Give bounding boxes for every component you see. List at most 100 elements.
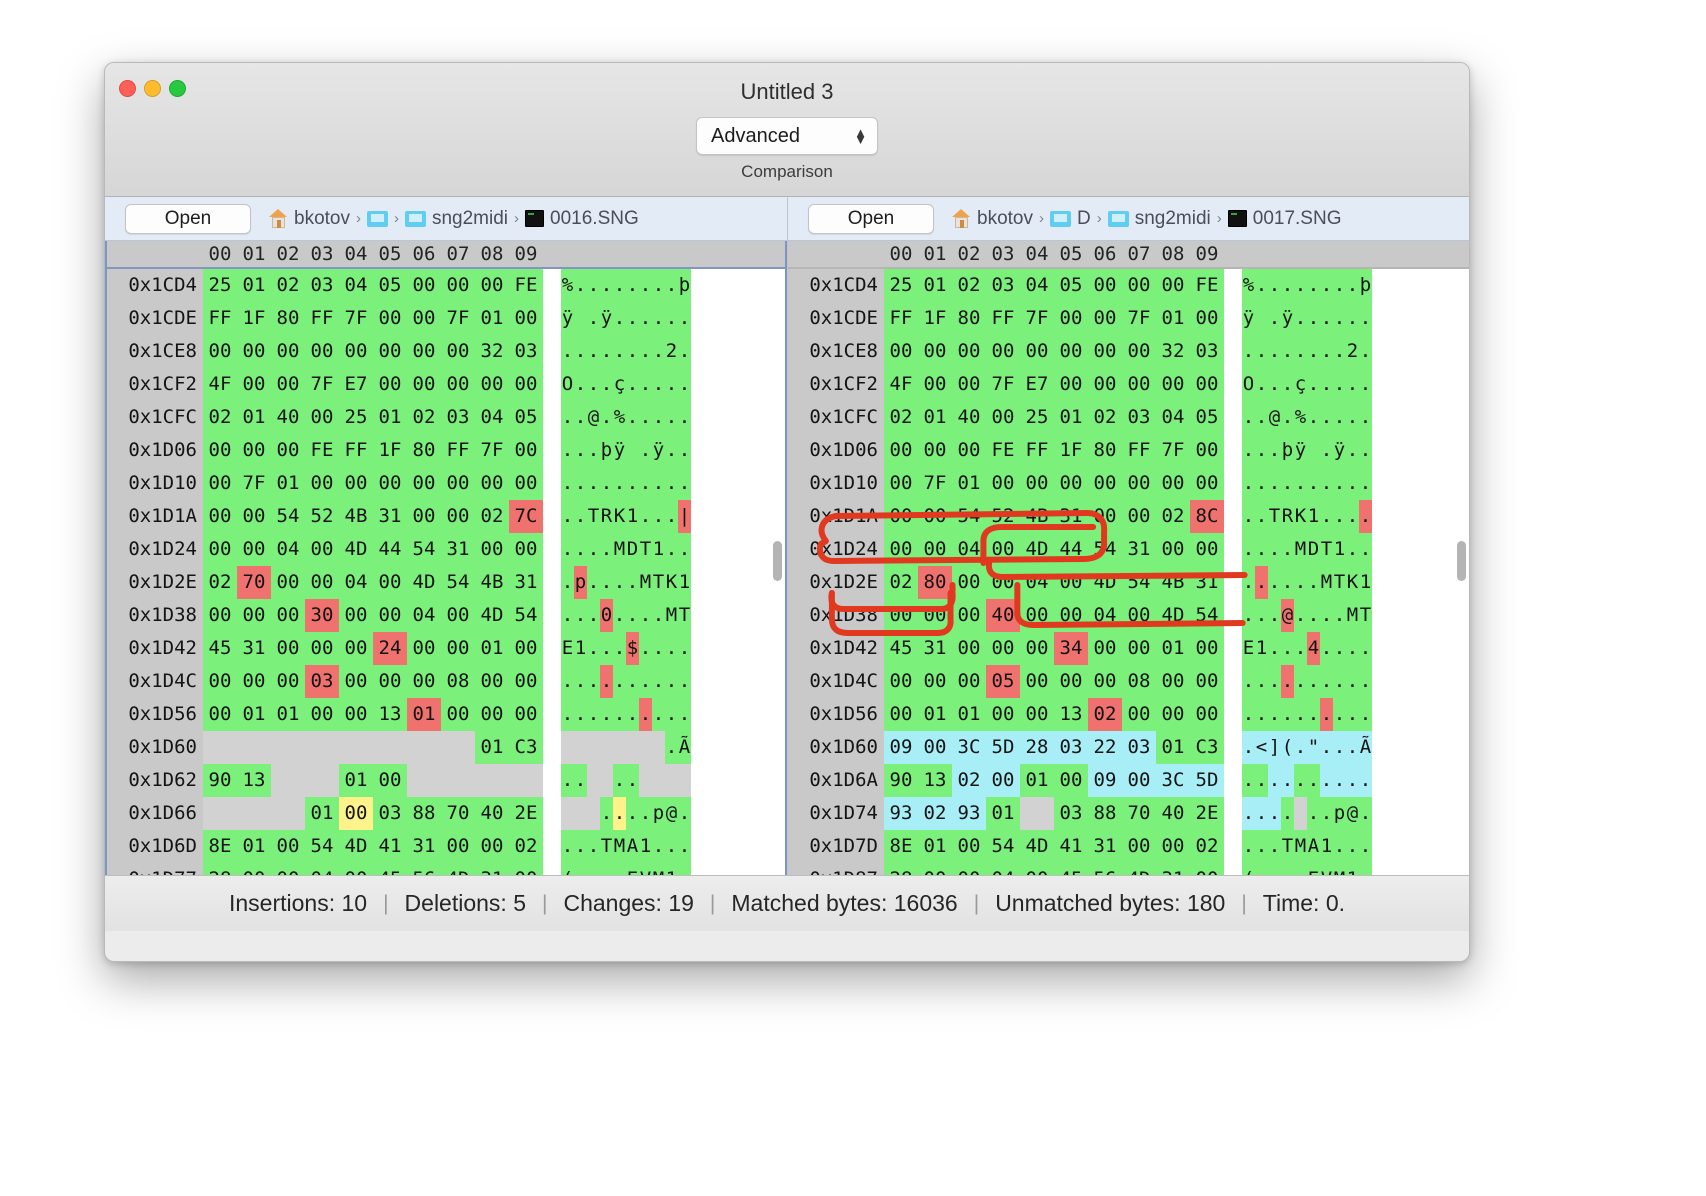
right-ascii-cell[interactable]: 1 <box>1320 830 1333 863</box>
left-ascii-cell[interactable]: ( <box>561 863 574 875</box>
left-byte-cell[interactable] <box>237 797 271 830</box>
left-ascii-cell[interactable]: % <box>561 269 574 302</box>
right-byte-cell[interactable]: 00 <box>1156 533 1190 566</box>
right-ascii-cell[interactable]: A <box>1307 830 1320 863</box>
left-byte-cell[interactable]: 00 <box>407 632 441 665</box>
right-byte-cell[interactable]: 00 <box>918 368 952 401</box>
left-byte-cell[interactable]: 7F <box>305 368 339 401</box>
left-ascii-cell[interactable]: . <box>678 302 691 335</box>
right-hex-row[interactable]: 0x1D87280000040045564D3100(....EVM1. <box>788 863 1469 875</box>
right-ascii-cell[interactable]: . <box>1359 863 1372 875</box>
left-ascii-cell[interactable]: . <box>561 434 574 467</box>
right-byte-cell[interactable]: 1F <box>918 302 952 335</box>
right-hex-row[interactable]: 0x1D6A 90 13 02 00 01 00 09 00 3C 5D.......... <box>788 764 1469 797</box>
right-ascii-cell[interactable]: . <box>1333 302 1346 335</box>
right-byte-cell[interactable]: 00 <box>986 632 1020 665</box>
left-ascii-cell[interactable]: . <box>639 368 652 401</box>
left-ascii-cell[interactable] <box>678 764 691 797</box>
left-ascii-cell[interactable] <box>626 434 639 467</box>
right-ascii-cell[interactable]: . <box>1268 566 1281 599</box>
right-ascii-cell[interactable]: . <box>1320 632 1333 665</box>
right-byte-cell[interactable]: 03 <box>1054 731 1088 764</box>
right-byte-cell[interactable]: 04 <box>1156 401 1190 434</box>
right-byte-cell[interactable]: 00 <box>1054 599 1088 632</box>
left-ascii-cell[interactable]: . <box>639 665 652 698</box>
right-ascii-cell[interactable]: . <box>1359 434 1372 467</box>
right-ascii-cell[interactable]: . <box>1268 368 1281 401</box>
right-ascii-cell[interactable]: . <box>1346 500 1359 533</box>
right-ascii-cell[interactable]: . <box>1346 401 1359 434</box>
right-hex-row[interactable]: 0x1D74 93 02 93 01 03 88 70 40 2E...... p @. <box>788 797 1469 830</box>
left-byte-cell[interactable]: 4D <box>407 566 441 599</box>
right-ascii-cell[interactable]: . <box>1242 401 1255 434</box>
right-byte-cell[interactable]: 04 <box>1020 269 1054 302</box>
right-byte-cell[interactable]: 00 <box>1122 599 1156 632</box>
left-ascii-cell[interactable] <box>561 797 574 830</box>
left-ascii-cell[interactable]: . <box>652 665 665 698</box>
right-byte-cell[interactable]: FF <box>1020 434 1054 467</box>
left-byte-cell[interactable]: 00 <box>373 335 407 368</box>
right-ascii-cell[interactable]: . <box>1268 797 1281 830</box>
right-ascii-cell[interactable]: . <box>1281 533 1294 566</box>
right-byte-cell[interactable]: 00 <box>884 467 918 500</box>
left-ascii-cell[interactable]: K <box>613 500 626 533</box>
left-byte-cell[interactable]: 4D <box>339 533 373 566</box>
left-ascii-cell[interactable]: . <box>613 665 626 698</box>
left-ascii-cell[interactable]: . <box>613 764 626 797</box>
left-byte-cell[interactable]: 01 <box>475 302 509 335</box>
right-ascii-cell[interactable]: . <box>1346 467 1359 500</box>
left-ascii-cell[interactable]: 1 <box>652 533 665 566</box>
left-hex-row[interactable]: 0x1D24 00 00 04 00 4D 44 54 31 00 00.... M D T 1.. <box>107 533 785 566</box>
right-byte-cell[interactable]: FE <box>1190 269 1224 302</box>
left-byte-cell[interactable]: 00 <box>509 665 543 698</box>
left-byte-cell[interactable]: 00 <box>475 830 509 863</box>
right-byte-cell[interactable]: 00 <box>1156 269 1190 302</box>
left-ascii-cell[interactable]: . <box>587 434 600 467</box>
right-ascii-cell[interactable] <box>1294 797 1307 830</box>
right-ascii-cell[interactable]: T <box>1268 500 1281 533</box>
right-ascii-cell[interactable]: . <box>1333 335 1346 368</box>
right-ascii-cell[interactable]: . <box>1255 863 1268 875</box>
right-ascii-cell[interactable]: 4 <box>1307 632 1320 665</box>
right-ascii-cell[interactable]: . <box>1320 731 1333 764</box>
left-ascii-cell[interactable]: A <box>626 830 639 863</box>
right-ascii-cell[interactable]: . <box>1346 698 1359 731</box>
left-ascii-cell[interactable]: . <box>665 665 678 698</box>
left-ascii-cell[interactable]: . <box>561 698 574 731</box>
left-ascii-cell[interactable]: . <box>587 698 600 731</box>
left-ascii-cell[interactable]: @ <box>665 797 678 830</box>
left-byte-cell[interactable]: 8E <box>203 830 237 863</box>
right-ascii-cell[interactable]: . <box>1333 599 1346 632</box>
right-ascii-cell[interactable]: K <box>1294 500 1307 533</box>
left-byte-cell[interactable]: 80 <box>271 302 305 335</box>
left-byte-cell[interactable]: 01 <box>271 467 305 500</box>
left-byte-cell[interactable]: 01 <box>305 797 339 830</box>
left-byte-cell[interactable]: 00 <box>339 467 373 500</box>
left-byte-cell[interactable] <box>339 731 373 764</box>
right-ascii-cell[interactable]: V <box>1320 863 1333 875</box>
right-byte-cell[interactable]: 00 <box>952 863 986 875</box>
right-ascii-cell[interactable]: . <box>1359 401 1372 434</box>
left-ascii-cell[interactable] <box>665 764 678 797</box>
right-byte-cell[interactable]: 00 <box>1190 863 1224 875</box>
left-ascii-cell[interactable]: . <box>561 764 574 797</box>
left-byte-cell[interactable] <box>441 731 475 764</box>
right-byte-cell[interactable]: 00 <box>1122 764 1156 797</box>
right-byte-cell[interactable]: 90 <box>884 764 918 797</box>
right-ascii-cell[interactable]: T <box>1320 533 1333 566</box>
right-ascii-cell[interactable]: . <box>1333 467 1346 500</box>
right-byte-cell[interactable]: 80 <box>918 566 952 599</box>
right-byte-cell[interactable]: 00 <box>952 665 986 698</box>
left-ascii-cell[interactable]: E <box>561 632 574 665</box>
right-ascii-cell[interactable]: . <box>1255 269 1268 302</box>
left-byte-cell[interactable]: 25 <box>203 269 237 302</box>
right-ascii-cell[interactable]: . <box>1346 632 1359 665</box>
left-ascii-cell[interactable]: þ <box>600 434 613 467</box>
left-ascii-cell[interactable]: . <box>639 599 652 632</box>
left-byte-cell[interactable]: 01 <box>475 731 509 764</box>
right-byte-cell[interactable]: 5D <box>1190 764 1224 797</box>
left-byte-cell[interactable] <box>305 764 339 797</box>
comparison-mode-select[interactable]: Advanced ▲ ▼ <box>696 117 878 155</box>
right-ascii-cell[interactable]: . <box>1255 764 1268 797</box>
right-byte-cell[interactable]: 02 <box>884 401 918 434</box>
